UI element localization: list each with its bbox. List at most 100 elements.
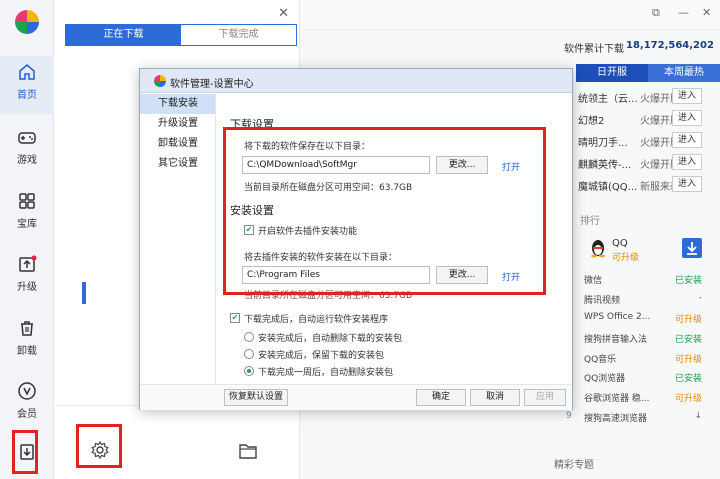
- software-row: 9 搜狗高速浏览器 ↓: [566, 408, 710, 426]
- software-name: QQ浏览器: [584, 374, 626, 384]
- tab-downloading[interactable]: 正在下载: [66, 25, 181, 45]
- software-status: ↓: [694, 411, 702, 421]
- nav-label: 卸载: [17, 346, 37, 357]
- enter-game-button[interactable]: 进入: [672, 110, 702, 126]
- software-name: QQ音乐: [584, 355, 617, 365]
- nav-label: 升级: [17, 282, 37, 293]
- radio-delete-after-week-label: 下载完成一周后，自动删除安装包: [258, 368, 394, 378]
- software-row: 腾讯视频 -: [580, 290, 710, 308]
- download-tabs: 正在下载 下载完成: [65, 24, 297, 46]
- panel-scroll-indicator: [82, 282, 86, 304]
- qq-app-status: 可升级: [612, 253, 640, 263]
- featured-topics-heading: 精彩专题: [554, 460, 594, 471]
- software-row: WPS Office 2... 可升级: [580, 309, 710, 327]
- vip-icon: [18, 382, 36, 400]
- game-row: 幻想2 火爆开服 进入: [576, 108, 720, 130]
- highlight-download-settings: [223, 127, 546, 295]
- software-status: 可升级: [674, 394, 702, 404]
- game-row: 统领主（云... 火爆开服 进入: [576, 86, 720, 108]
- software-name: 谷歌浏览器 稳...: [584, 394, 650, 404]
- software-status: -: [698, 293, 702, 303]
- software-row: QQ浏览器 已安装: [580, 368, 710, 386]
- ok-button[interactable]: 确定: [416, 389, 466, 406]
- cancel-button[interactable]: 取消: [470, 389, 520, 406]
- folder-icon[interactable]: [238, 442, 258, 460]
- software-status: 可升级: [674, 315, 702, 325]
- game-name: 统领主（云...: [578, 94, 638, 105]
- enter-game-button[interactable]: 进入: [672, 132, 702, 148]
- upgrade-icon: [19, 255, 37, 272]
- software-name: 微信: [584, 276, 603, 286]
- game-row: 晴明刀手... 火爆开服 进入: [576, 130, 720, 152]
- auto-run-installer-checkbox[interactable]: ✔: [230, 313, 240, 323]
- game-name: 幻想2: [578, 116, 605, 127]
- tab-daily-server[interactable]: 日开服: [576, 64, 648, 82]
- close-window-icon[interactable]: ✕: [702, 6, 711, 19]
- qq-app-name: QQ: [612, 238, 628, 249]
- minimize-window-icon[interactable]: —: [678, 6, 689, 19]
- dialog-title: 软件管理-设置中心: [170, 79, 254, 90]
- game-name: 麒麟英传-...: [578, 160, 632, 171]
- left-nav: 首页 游戏 宝库 升级 卸载 会员: [0, 0, 54, 479]
- nav-label: 首页: [17, 90, 37, 101]
- game-name: 魔城镇(QQ...: [578, 182, 638, 193]
- sidebar-item-download-install[interactable]: 下载安装: [140, 94, 215, 114]
- qq-download-button[interactable]: [682, 238, 702, 258]
- nav-label: 会员: [17, 409, 37, 420]
- sidebar-item-uninstall-settings[interactable]: 卸载设置: [140, 134, 215, 154]
- software-rank-number: 9: [566, 411, 572, 421]
- restore-defaults-button[interactable]: 恢复默认设置: [224, 389, 288, 406]
- nav-item-games[interactable]: 游戏: [0, 121, 54, 179]
- highlight-download-nav: [12, 430, 38, 474]
- software-row: 搜狗拼音输入法 已安装: [580, 329, 710, 347]
- trash-icon: [21, 321, 33, 336]
- app-logo-icon: [154, 75, 166, 87]
- total-downloads-label: 软件累计下载: [564, 44, 624, 55]
- software-row: 微信 已安装: [580, 270, 710, 288]
- highlight-settings-button: [76, 424, 122, 468]
- nav-item-library[interactable]: 宝库: [0, 185, 54, 243]
- auto-run-installer-label: 下载完成后，自动运行软件安装程序: [244, 315, 389, 325]
- gamepad-icon: [18, 132, 36, 144]
- enter-game-button[interactable]: 进入: [672, 88, 702, 104]
- settings-sidebar: 下载安装 升级设置 卸载设置 其它设置: [140, 94, 216, 410]
- radio-delete-after-install[interactable]: [244, 332, 254, 342]
- nav-item-home[interactable]: 首页: [0, 56, 54, 114]
- ranking-section-title: 排行: [580, 216, 600, 227]
- software-status: 可升级: [674, 355, 702, 365]
- total-downloads-value: 18,172,564,202: [626, 40, 714, 51]
- radio-keep-package[interactable]: [244, 349, 254, 359]
- nav-item-upgrade[interactable]: 升级: [0, 248, 54, 306]
- grid-icon: [19, 193, 35, 209]
- ranking-tabs: 日开服 本周最热: [576, 64, 720, 82]
- sidebar-item-other-settings[interactable]: 其它设置: [140, 154, 215, 174]
- apply-button[interactable]: 应用: [524, 389, 566, 406]
- download-arrow-icon: [687, 242, 697, 255]
- app-logo-icon: [15, 10, 39, 34]
- restore-window-icon[interactable]: ⧉: [652, 6, 660, 20]
- tab-weekly-hot[interactable]: 本周最热: [648, 64, 720, 82]
- nav-label: 游戏: [17, 155, 37, 166]
- sidebar-item-upgrade-settings[interactable]: 升级设置: [140, 114, 215, 134]
- qq-penguin-icon: [591, 240, 605, 258]
- radio-delete-after-week[interactable]: [244, 366, 254, 376]
- tab-download-complete[interactable]: 下载完成: [181, 25, 296, 45]
- close-panel-icon[interactable]: ✕: [278, 6, 289, 21]
- software-row: 谷歌浏览器 稳... 可升级: [580, 388, 710, 406]
- nav-item-uninstall[interactable]: 卸载: [0, 312, 54, 370]
- software-name: 搜狗高速浏览器: [584, 414, 648, 424]
- software-status: 已安装: [674, 374, 702, 384]
- nav-label: 宝库: [17, 219, 37, 230]
- home-icon: [19, 64, 35, 80]
- game-row: 麒麟英传-... 火爆开服 进入: [576, 152, 720, 174]
- software-name: WPS Office 2...: [584, 312, 651, 322]
- game-name: 晴明刀手...: [578, 138, 628, 149]
- software-status: 已安装: [674, 335, 702, 345]
- nav-item-vip[interactable]: 会员: [0, 375, 54, 433]
- dialog-footer: 恢复默认设置 确定 取消 应用: [140, 384, 572, 410]
- enter-game-button[interactable]: 进入: [672, 176, 702, 192]
- software-status: 已安装: [674, 276, 702, 286]
- dialog-title-bar: 软件管理-设置中心: [140, 69, 572, 93]
- software-name: 腾讯视频: [584, 296, 621, 306]
- enter-game-button[interactable]: 进入: [672, 154, 702, 170]
